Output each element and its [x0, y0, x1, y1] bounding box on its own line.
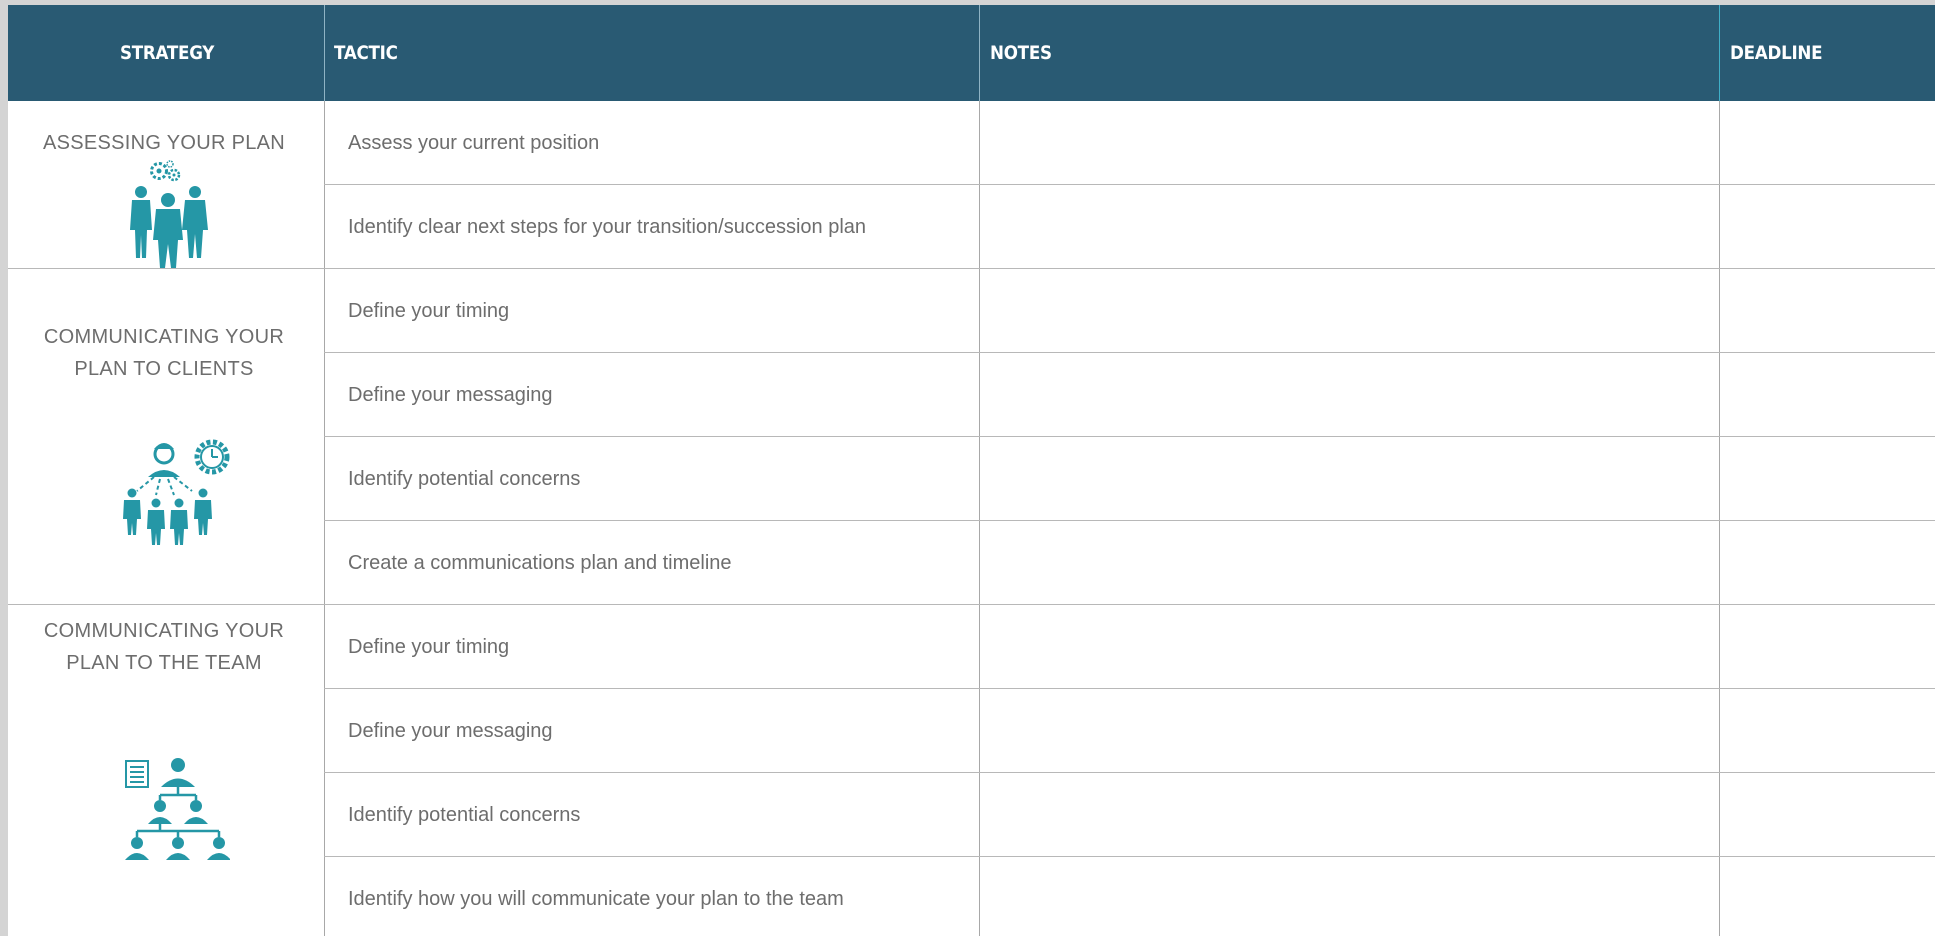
- gear-icon: [166, 160, 174, 168]
- team-gears-icon: [130, 160, 208, 268]
- strategy-label-line: PLAN TO THE TEAM: [66, 652, 262, 674]
- header-divider: [1719, 5, 1720, 101]
- strategy-label-line: PLAN TO CLIENTS: [74, 358, 254, 380]
- strategy-label: COMMUNICATING YOUR PLAN TO THE TEAM: [8, 615, 320, 679]
- header-deadline: DEADLINE: [1730, 42, 1823, 64]
- gear-icon: [150, 162, 168, 180]
- tactic-item: Define your timing: [348, 636, 510, 658]
- strategy-label: COMMUNICATING YOUR PLAN TO CLIENTS: [8, 321, 320, 385]
- tactic-item: Identify clear next steps for your trans…: [348, 216, 867, 238]
- header-strategy: STRATEGY: [120, 42, 215, 64]
- tactic-item: Identify potential concerns: [348, 804, 581, 826]
- tactic-item: Define your messaging: [348, 384, 553, 406]
- grid-line: [324, 101, 325, 936]
- row-divider: [324, 688, 1935, 689]
- tactic-item: Define your timing: [348, 300, 510, 322]
- org-chart-document-icon: [125, 758, 230, 860]
- strategy-label-line: COMMUNICATING YOUR: [43, 326, 285, 348]
- tactic-item: Identify how you will communicate your p…: [348, 888, 844, 910]
- header-tactic: TACTIC: [334, 42, 398, 64]
- table-header: STRATEGY TACTIC NOTES DEADLINE: [8, 5, 1935, 101]
- strategy-label: ASSESSING YOUR PLAN: [42, 132, 286, 154]
- tactic-item: Assess your current position: [348, 132, 600, 154]
- grid-line: [1719, 101, 1720, 936]
- clock-icon: [194, 439, 230, 475]
- tactic-item: Identify potential concerns: [348, 468, 581, 490]
- gear-icon: [167, 168, 181, 182]
- tactic-item: Define your messaging: [348, 720, 553, 742]
- strategy-label-line: COMMUNICATING YOUR: [43, 620, 285, 642]
- row-divider: [324, 352, 1935, 353]
- section-divider: [8, 268, 1935, 269]
- tactic-item: Create a communications plan and timelin…: [348, 552, 732, 574]
- header-notes: NOTES: [990, 42, 1052, 64]
- section-divider: [8, 604, 1935, 605]
- header-divider: [324, 5, 325, 101]
- header-divider: [979, 5, 980, 101]
- strategy-table: STRATEGY TACTIC NOTES DEADLINE ASSESSING…: [8, 5, 1935, 936]
- document-icon: [125, 760, 149, 788]
- manager-clock-team-icon: [123, 439, 230, 545]
- grid-line: [979, 101, 980, 936]
